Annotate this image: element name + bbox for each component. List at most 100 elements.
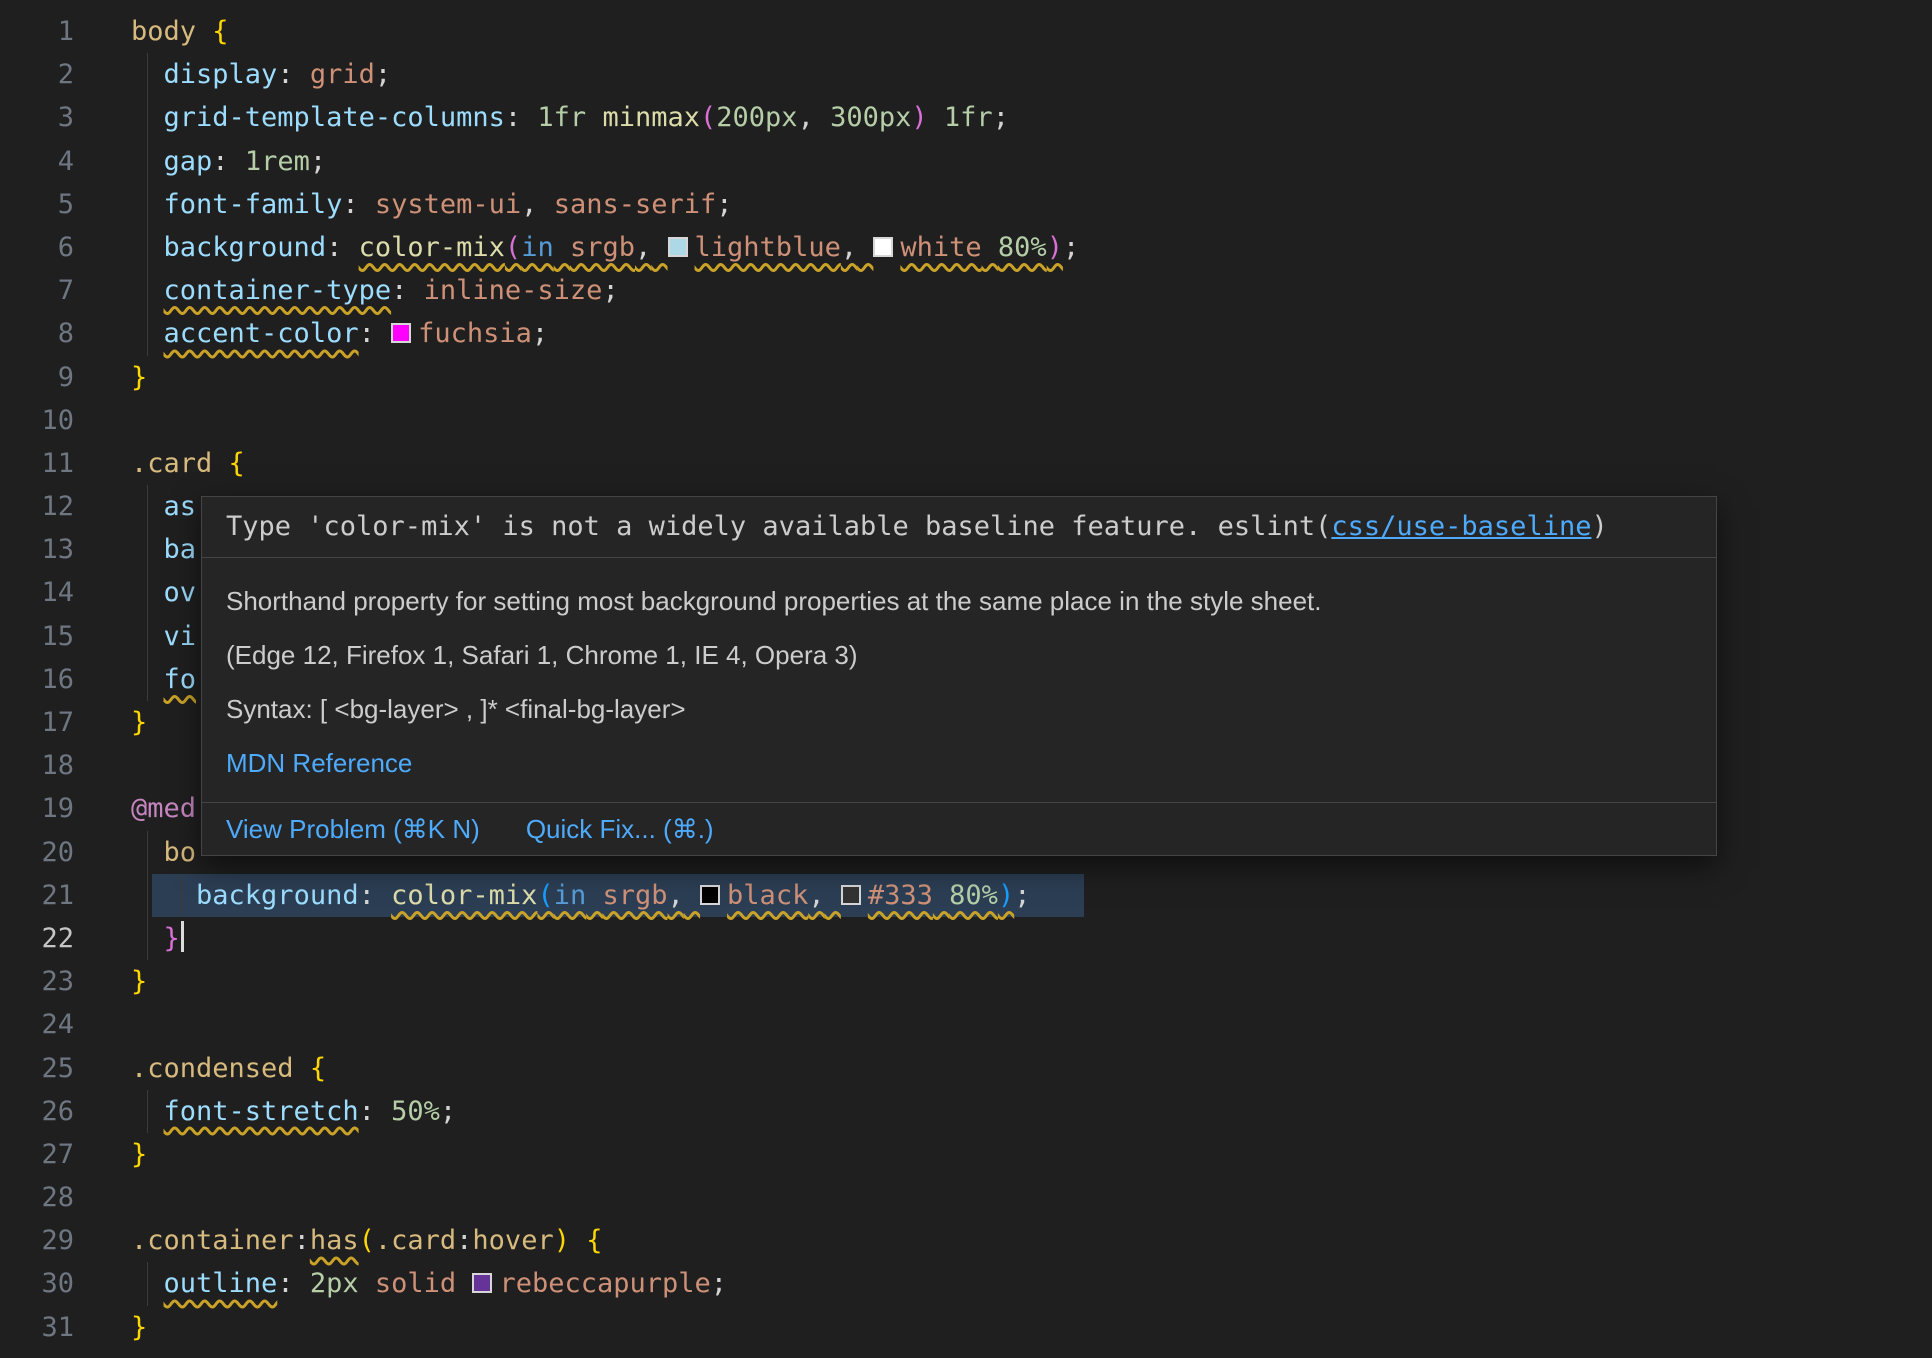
code-token: } bbox=[131, 707, 147, 738]
code-token: : bbox=[391, 275, 407, 306]
code-line[interactable]: 4 gap: 1rem; bbox=[0, 140, 1932, 183]
color-swatch[interactable] bbox=[841, 885, 861, 905]
code-token: color-mix bbox=[391, 880, 537, 911]
code-token: , bbox=[668, 880, 684, 911]
code-line[interactable]: 8 accent-color: fuchsia; bbox=[0, 312, 1932, 355]
code-token: 2px bbox=[310, 1268, 359, 1299]
code-line[interactable]: 22 } bbox=[0, 917, 1932, 960]
line-number: 2 bbox=[0, 53, 74, 96]
code-token: } bbox=[131, 1312, 147, 1343]
code-token: .condensed bbox=[131, 1053, 294, 1084]
code-line[interactable]: 29.container:has(.card:hover) { bbox=[0, 1219, 1932, 1262]
code-token: ; bbox=[711, 1268, 727, 1299]
code-token bbox=[586, 102, 602, 133]
code-token: , bbox=[798, 102, 814, 133]
line-number: 20 bbox=[0, 831, 74, 874]
color-swatch[interactable] bbox=[472, 1273, 492, 1293]
code-text: } bbox=[131, 701, 147, 744]
code-token: ; bbox=[716, 189, 732, 220]
code-token: , bbox=[841, 232, 857, 263]
code-token: : bbox=[359, 318, 375, 349]
code-token: } bbox=[131, 1139, 147, 1170]
line-number: 8 bbox=[0, 312, 74, 355]
code-token: , bbox=[521, 189, 537, 220]
code-token bbox=[294, 1268, 310, 1299]
code-token: ; bbox=[310, 146, 326, 177]
line-number: 5 bbox=[0, 183, 74, 226]
code-line[interactable]: 30 outline: 2px solid rebeccapurple; bbox=[0, 1262, 1932, 1305]
warning-squiggle-range: has bbox=[310, 1225, 359, 1256]
warning-squiggle-range: accent-color bbox=[164, 318, 359, 349]
color-swatch[interactable] bbox=[700, 885, 720, 905]
tooltip-actions-row: View Problem (⌘K N) Quick Fix... (⌘.) bbox=[202, 803, 1716, 855]
code-line[interactable]: 6 background: color-mix(in srgb, lightbl… bbox=[0, 226, 1932, 269]
code-text: font-stretch: 50%; bbox=[131, 1090, 456, 1133]
line-number: 9 bbox=[0, 356, 74, 399]
view-problem-link[interactable]: View Problem (⌘K N) bbox=[226, 812, 480, 846]
code-token: , bbox=[635, 232, 651, 263]
code-token: ov bbox=[164, 577, 197, 608]
code-token: font-stretch bbox=[164, 1096, 359, 1127]
code-line[interactable]: 9} bbox=[0, 356, 1932, 399]
line-number: 12 bbox=[0, 485, 74, 528]
code-line[interactable]: 24 bbox=[0, 1003, 1932, 1046]
code-token: ba bbox=[164, 534, 197, 565]
doc-syntax: Syntax: [ <bg-layer> , ]* <final-bg-laye… bbox=[226, 692, 1692, 726]
code-line[interactable]: 26 font-stretch: 50%; bbox=[0, 1090, 1932, 1133]
line-number: 1 bbox=[0, 10, 74, 53]
code-text: container-type: inline-size; bbox=[131, 269, 619, 312]
code-token: sans-serif bbox=[554, 189, 717, 220]
code-text: .card { bbox=[131, 442, 245, 485]
diagnostic-source-prefix: eslint( bbox=[1218, 511, 1332, 542]
line-number: 16 bbox=[0, 658, 74, 701]
code-token: display bbox=[164, 59, 278, 90]
code-token: inline-size bbox=[424, 275, 603, 306]
code-line[interactable]: 11.card { bbox=[0, 442, 1932, 485]
code-line[interactable]: 1 body { bbox=[0, 10, 1932, 53]
code-token bbox=[825, 880, 841, 911]
code-text: } bbox=[131, 960, 147, 1003]
code-token: 1fr bbox=[537, 102, 586, 133]
code-line[interactable]: 23} bbox=[0, 960, 1932, 1003]
code-token: : bbox=[342, 189, 358, 220]
code-line[interactable]: 28 bbox=[0, 1176, 1932, 1219]
line-number: 14 bbox=[0, 571, 74, 614]
mdn-reference-link[interactable]: MDN Reference bbox=[226, 748, 412, 778]
code-line[interactable]: 25.condensed { bbox=[0, 1047, 1932, 1090]
line-number: 21 bbox=[0, 874, 74, 917]
code-text: body { bbox=[131, 10, 229, 53]
warning-squiggle-range: container-type bbox=[164, 275, 392, 306]
color-swatch[interactable] bbox=[873, 237, 893, 257]
line-number: 31 bbox=[0, 1306, 74, 1349]
code-token: bo bbox=[164, 837, 197, 868]
code-line[interactable]: 31} bbox=[0, 1306, 1932, 1349]
code-token: 1rem bbox=[245, 146, 310, 177]
code-text: bo bbox=[131, 831, 196, 874]
code-token: minmax bbox=[602, 102, 700, 133]
code-line[interactable]: 3 grid-template-columns: 1fr minmax(200p… bbox=[0, 96, 1932, 139]
code-token: as bbox=[164, 491, 197, 522]
code-token: in bbox=[554, 880, 587, 911]
code-token: srgb bbox=[602, 880, 667, 911]
code-line[interactable]: 5 font-family: system-ui, sans-serif; bbox=[0, 183, 1932, 226]
code-line[interactable]: 10 bbox=[0, 399, 1932, 442]
code-token: ; bbox=[1014, 880, 1030, 911]
code-line[interactable]: 27} bbox=[0, 1133, 1932, 1176]
line-number: 24 bbox=[0, 1003, 74, 1046]
code-line[interactable]: 21 background: color-mix(in srgb, black,… bbox=[0, 874, 1932, 917]
line-number: 6 bbox=[0, 226, 74, 269]
color-swatch[interactable] bbox=[391, 323, 411, 343]
code-line[interactable]: 7 container-type: inline-size; bbox=[0, 269, 1932, 312]
eslint-rule-link[interactable]: css/use-baseline bbox=[1331, 511, 1591, 542]
code-token bbox=[294, 1053, 310, 1084]
color-swatch[interactable] bbox=[668, 237, 688, 257]
code-token bbox=[229, 146, 245, 177]
code-token: #333 bbox=[868, 880, 933, 911]
code-token bbox=[814, 102, 830, 133]
quick-fix-link[interactable]: Quick Fix... (⌘.) bbox=[526, 812, 714, 846]
line-number: 28 bbox=[0, 1176, 74, 1219]
code-text: accent-color: fuchsia; bbox=[131, 312, 548, 355]
code-line[interactable]: 2 display: grid; bbox=[0, 53, 1932, 96]
code-token: ; bbox=[602, 275, 618, 306]
code-token: ( bbox=[700, 102, 716, 133]
